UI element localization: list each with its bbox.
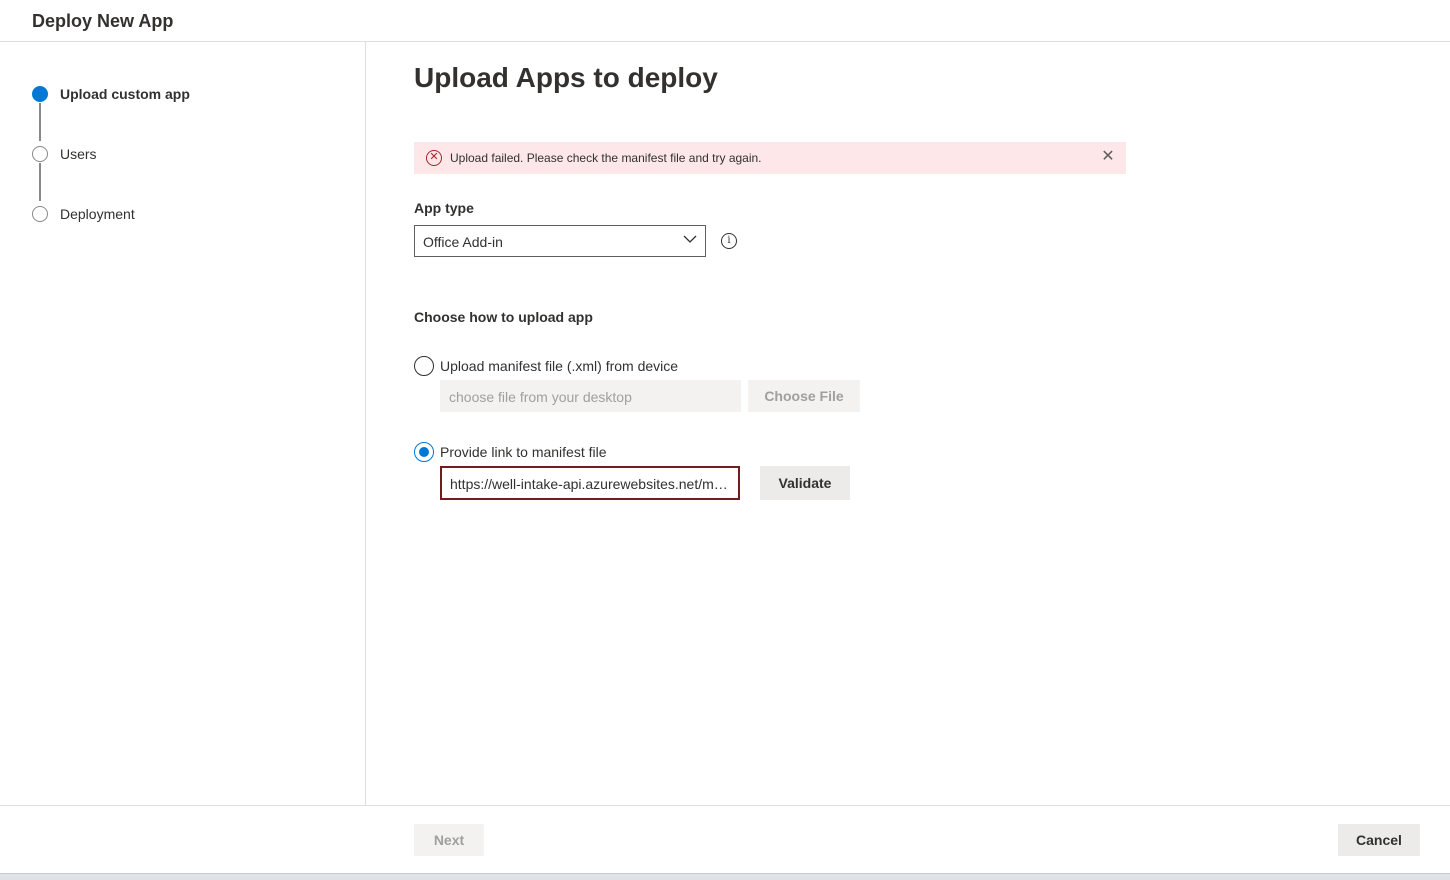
step-label: Upload custom app — [60, 86, 190, 102]
upload-method-heading: Choose how to upload app — [414, 309, 593, 325]
step-pending-indicator — [32, 146, 48, 162]
error-message-text: Upload failed. Please check the manifest… — [450, 151, 762, 165]
radio-button-checked[interactable] — [414, 442, 434, 462]
title-bar: Deploy New App — [0, 0, 1450, 42]
file-path-placeholder: choose file from your desktop — [449, 389, 632, 405]
radio-upload-file-option[interactable]: Upload manifest file (.xml) from device — [414, 356, 678, 376]
manifest-url-value: https://well-intake-api.azurewebsites.ne… — [450, 476, 732, 492]
page-title: Upload Apps to deploy — [414, 62, 718, 93]
chevron-down-icon — [683, 235, 697, 243]
radio-label: Upload manifest file (.xml) from device — [440, 358, 679, 374]
choose-file-button: Choose File — [748, 380, 860, 412]
step-upload-custom-app[interactable]: Upload custom app — [32, 84, 190, 104]
main-panel: Upload Apps to deploy ✕ Upload failed. P… — [366, 42, 1450, 805]
page-header-title: Deploy New App — [32, 11, 174, 31]
error-circle-icon: ✕ — [426, 150, 442, 166]
step-users[interactable]: Users — [32, 144, 97, 164]
radio-label: Provide link to manifest file — [440, 444, 607, 460]
window-bottom-edge — [0, 873, 1450, 880]
step-label: Users — [60, 146, 97, 162]
info-icon[interactable]: i — [721, 233, 737, 249]
app-type-label: App type — [414, 200, 474, 216]
cancel-button[interactable]: Cancel — [1338, 824, 1420, 856]
step-connector — [39, 103, 41, 141]
radio-button[interactable] — [414, 356, 434, 376]
step-sidebar: Upload custom app Users Deployment — [0, 42, 366, 805]
next-button: Next — [414, 824, 484, 856]
step-label: Deployment — [60, 206, 135, 222]
file-path-input: choose file from your desktop — [440, 380, 741, 412]
close-icon[interactable]: ✕ — [1100, 148, 1116, 166]
error-message-bar: ✕ Upload failed. Please check the manife… — [414, 142, 1126, 174]
step-connector — [39, 163, 41, 201]
manifest-url-input[interactable]: https://well-intake-api.azurewebsites.ne… — [440, 466, 740, 500]
validate-button[interactable]: Validate — [760, 466, 850, 500]
footer-bar: Next Cancel — [0, 805, 1450, 873]
app-type-dropdown[interactable]: Office Add-in — [414, 225, 706, 257]
step-deployment[interactable]: Deployment — [32, 204, 135, 224]
app-type-selected-value: Office Add-in — [423, 234, 503, 250]
radio-manifest-link-option[interactable]: Provide link to manifest file — [414, 442, 607, 462]
step-pending-indicator — [32, 206, 48, 222]
step-current-indicator — [32, 86, 48, 102]
